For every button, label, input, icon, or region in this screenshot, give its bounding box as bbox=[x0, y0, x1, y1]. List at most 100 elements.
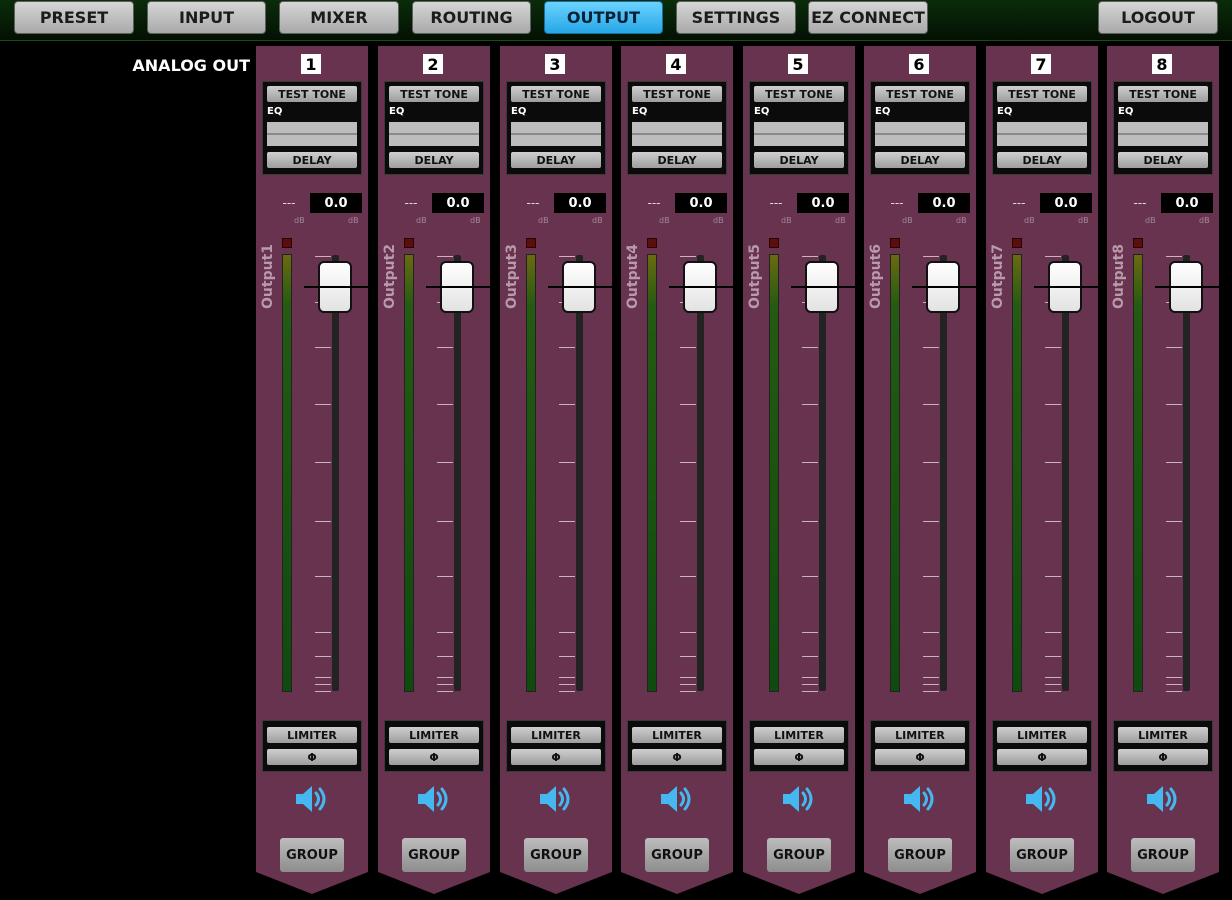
fader-track[interactable] bbox=[454, 255, 461, 691]
processing-panel: TEST TONE EQ DELAY bbox=[992, 81, 1092, 175]
fader-level-field[interactable]: 0.0 bbox=[1040, 193, 1092, 213]
fader-level-field[interactable]: 0.0 bbox=[918, 193, 970, 213]
fader-knob[interactable] bbox=[304, 261, 368, 314]
fader-level-field[interactable]: 0.0 bbox=[675, 193, 727, 213]
fader-scale-tick bbox=[1045, 256, 1061, 257]
limiter-button[interactable]: LIMITER bbox=[389, 727, 479, 743]
processing-panel: TEST TONE EQ DELAY bbox=[262, 81, 362, 175]
test-tone-button[interactable]: TEST TONE bbox=[389, 86, 479, 102]
tab-routing[interactable]: ROUTING bbox=[412, 1, 531, 34]
phase-button[interactable]: Φ bbox=[997, 749, 1087, 765]
limiter-button[interactable]: LIMITER bbox=[997, 727, 1087, 743]
tab-output[interactable]: OUTPUT bbox=[544, 1, 663, 34]
fader-knob[interactable] bbox=[669, 261, 733, 314]
group-button[interactable]: GROUP bbox=[645, 838, 709, 872]
phase-button[interactable]: Φ bbox=[267, 749, 357, 765]
limiter-panel: LIMITER Φ bbox=[506, 720, 606, 772]
delay-button[interactable]: DELAY bbox=[1118, 152, 1208, 168]
fader-track[interactable] bbox=[940, 255, 947, 691]
group-button[interactable]: GROUP bbox=[767, 838, 831, 872]
fader-track[interactable] bbox=[576, 255, 583, 691]
test-tone-button[interactable]: TEST TONE bbox=[997, 86, 1087, 102]
group-button[interactable]: GROUP bbox=[1010, 838, 1074, 872]
limiter-button[interactable]: LIMITER bbox=[875, 727, 965, 743]
delay-button[interactable]: DELAY bbox=[632, 152, 722, 168]
group-button[interactable]: GROUP bbox=[1131, 838, 1195, 872]
phase-button[interactable]: Φ bbox=[754, 749, 844, 765]
speaker-on-icon[interactable] bbox=[779, 781, 819, 817]
fader-track[interactable] bbox=[1183, 255, 1190, 691]
limiter-button[interactable]: LIMITER bbox=[267, 727, 357, 743]
fader-knob[interactable] bbox=[1034, 261, 1098, 314]
limiter-button[interactable]: LIMITER bbox=[1118, 727, 1208, 743]
delay-button[interactable]: DELAY bbox=[511, 152, 601, 168]
tab-mixer[interactable]: MIXER bbox=[279, 1, 399, 34]
speaker-on-icon[interactable] bbox=[292, 781, 332, 817]
test-tone-button[interactable]: TEST TONE bbox=[511, 86, 601, 102]
fader-knob[interactable] bbox=[426, 261, 490, 314]
eq-button[interactable] bbox=[997, 122, 1087, 146]
speaker-on-icon[interactable] bbox=[900, 781, 940, 817]
tab-preset[interactable]: PRESET bbox=[14, 1, 134, 34]
channel-name: Output7 bbox=[990, 244, 1006, 309]
phase-button[interactable]: Φ bbox=[1118, 749, 1208, 765]
phase-button[interactable]: Φ bbox=[632, 749, 722, 765]
speaker-on-icon[interactable] bbox=[657, 781, 697, 817]
speaker-on-icon[interactable] bbox=[414, 781, 454, 817]
fader-track[interactable] bbox=[697, 255, 704, 691]
limiter-button[interactable]: LIMITER bbox=[632, 727, 722, 743]
test-tone-button[interactable]: TEST TONE bbox=[1118, 86, 1208, 102]
speaker-on-icon[interactable] bbox=[1143, 781, 1183, 817]
tab-ez-connect[interactable]: EZ CONNECT bbox=[808, 1, 928, 34]
delay-button[interactable]: DELAY bbox=[389, 152, 479, 168]
eq-button[interactable] bbox=[875, 122, 965, 146]
db-unit-label: dB bbox=[1199, 216, 1210, 225]
fader-level-field[interactable]: 0.0 bbox=[554, 193, 606, 213]
level-meter bbox=[647, 254, 657, 692]
fader-scale-tick bbox=[559, 521, 575, 522]
limiter-button[interactable]: LIMITER bbox=[754, 727, 844, 743]
group-button[interactable]: GROUP bbox=[280, 838, 344, 872]
delay-button[interactable]: DELAY bbox=[875, 152, 965, 168]
delay-button[interactable]: DELAY bbox=[754, 152, 844, 168]
fader-level-field[interactable]: 0.0 bbox=[1161, 193, 1213, 213]
eq-button[interactable] bbox=[754, 122, 844, 146]
fader-track[interactable] bbox=[332, 255, 339, 691]
test-tone-button[interactable]: TEST TONE bbox=[875, 86, 965, 102]
test-tone-button[interactable]: TEST TONE bbox=[632, 86, 722, 102]
eq-label: EQ bbox=[1118, 106, 1134, 117]
group-button[interactable]: GROUP bbox=[524, 838, 588, 872]
limiter-button[interactable]: LIMITER bbox=[511, 727, 601, 743]
fader-level-field[interactable]: 0.0 bbox=[310, 193, 362, 213]
phase-button[interactable]: Φ bbox=[511, 749, 601, 765]
eq-button[interactable] bbox=[632, 122, 722, 146]
fader-level-field[interactable]: 0.0 bbox=[432, 193, 484, 213]
group-button[interactable]: GROUP bbox=[402, 838, 466, 872]
phase-button[interactable]: Φ bbox=[875, 749, 965, 765]
delay-button[interactable]: DELAY bbox=[997, 152, 1087, 168]
channel-strip: 3 TEST TONE EQ DELAY --- 0.0 dB dB Output3 LIMITE… bbox=[500, 46, 612, 894]
test-tone-button[interactable]: TEST TONE bbox=[267, 86, 357, 102]
fader-track[interactable] bbox=[819, 255, 826, 691]
phase-button[interactable]: Φ bbox=[389, 749, 479, 765]
group-button[interactable]: GROUP bbox=[888, 838, 952, 872]
eq-button[interactable] bbox=[389, 122, 479, 146]
eq-button[interactable] bbox=[511, 122, 601, 146]
eq-button[interactable] bbox=[267, 122, 357, 146]
tab-input[interactable]: INPUT bbox=[147, 1, 266, 34]
delay-button[interactable]: DELAY bbox=[267, 152, 357, 168]
logout-button[interactable]: LOGOUT bbox=[1098, 1, 1218, 34]
speaker-on-icon[interactable] bbox=[1022, 781, 1062, 817]
test-tone-button[interactable]: TEST TONE bbox=[754, 86, 844, 102]
fader-knob[interactable] bbox=[912, 261, 976, 314]
fader-scale-tick bbox=[315, 347, 331, 348]
fader-knob[interactable] bbox=[1155, 261, 1219, 314]
eq-button[interactable] bbox=[1118, 122, 1208, 146]
speaker-on-icon[interactable] bbox=[536, 781, 576, 817]
fader-knob[interactable] bbox=[548, 261, 612, 314]
tab-settings[interactable]: SETTINGS bbox=[676, 1, 796, 34]
fader-knob[interactable] bbox=[791, 261, 855, 314]
fader-scale-tick bbox=[923, 404, 939, 405]
fader-level-field[interactable]: 0.0 bbox=[797, 193, 849, 213]
fader-track[interactable] bbox=[1062, 255, 1069, 691]
